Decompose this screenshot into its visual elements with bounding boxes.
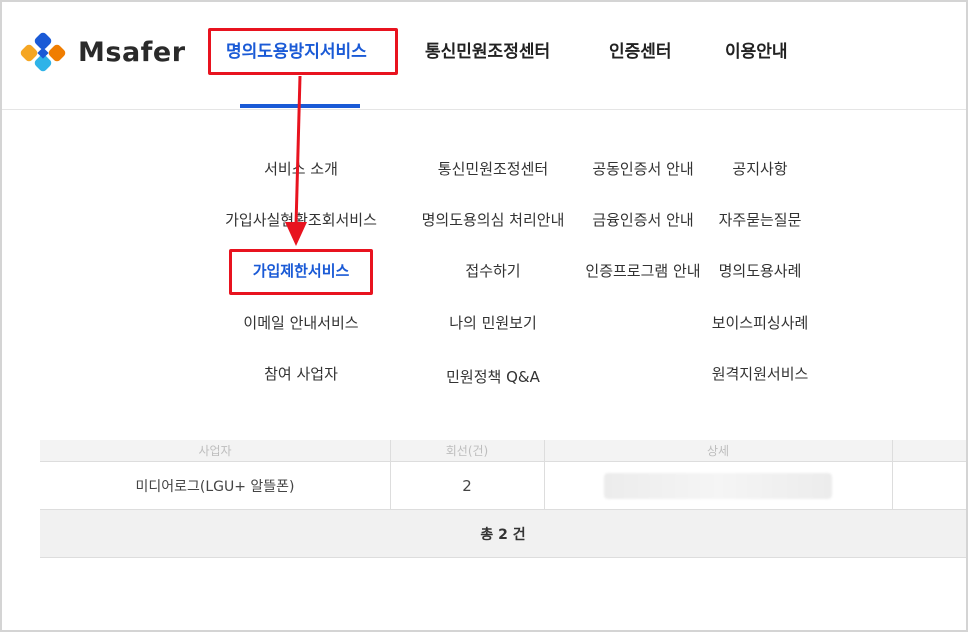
annotation-arrow-icon	[285, 75, 307, 246]
